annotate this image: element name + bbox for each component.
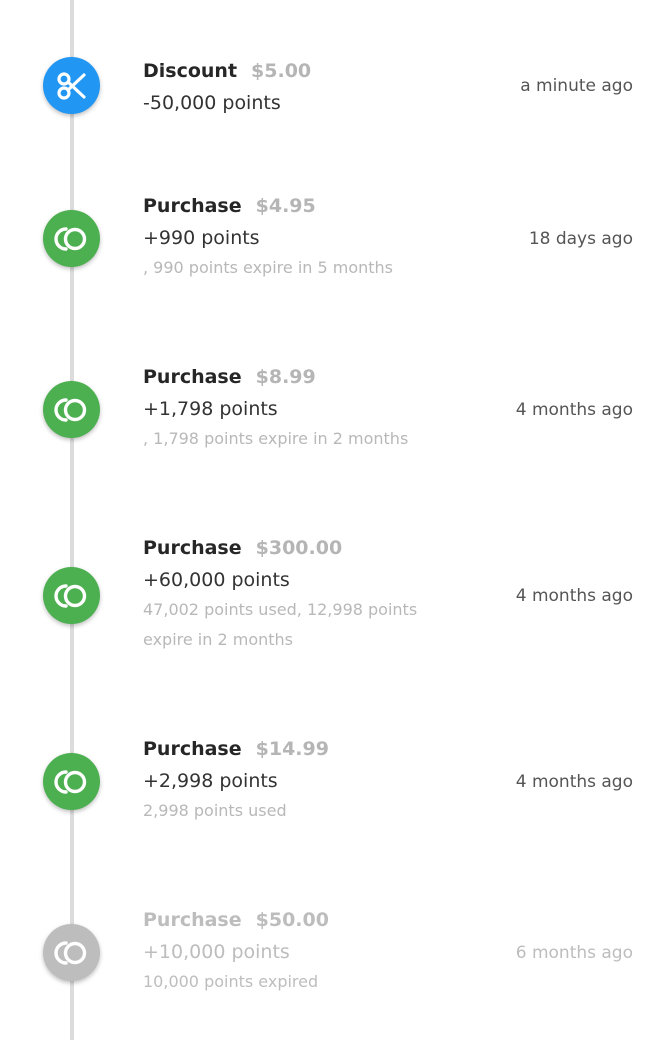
transaction-amount: $5.00 [251, 60, 312, 82]
entry-title: Purchase $50.00 [143, 908, 463, 932]
points-detail: 10,000 points expired [143, 972, 319, 991]
points-change: +2,998 points [143, 770, 278, 792]
entry-info: Purchase $50.00 +10,000 points 10,000 poi… [143, 908, 463, 997]
points-detail: , 1,798 points expire in 2 months [143, 429, 409, 448]
points-coin-icon [53, 582, 90, 610]
points-change: +10,000 points [143, 941, 290, 963]
timestamp: 4 months ago [515, 586, 633, 606]
transaction-amount: $300.00 [255, 537, 343, 559]
entry-info: Purchase $8.99 +1,798 points , 1,798 poin… [143, 365, 463, 454]
timestamp: 4 months ago [515, 400, 633, 420]
purchase-icon-badge [43, 210, 100, 267]
entry-title: Purchase $14.99 [143, 737, 463, 761]
points-change: +60,000 points [143, 569, 290, 591]
purchase-icon-badge [43, 753, 100, 810]
discount-icon-badge [43, 57, 100, 114]
transaction-type: Purchase [143, 537, 242, 559]
entry-title: Purchase $300.00 [143, 536, 443, 560]
transaction-type: Purchase [143, 909, 242, 931]
transaction-type: Purchase [143, 195, 242, 217]
entry-title: Discount $5.00 [143, 59, 463, 83]
points-coin-icon [53, 396, 90, 424]
points-change: +990 points [143, 227, 260, 249]
transaction-amount: $8.99 [255, 366, 316, 388]
entry-info: Discount $5.00 -50,000 points [143, 59, 463, 115]
scissors-icon [55, 69, 89, 103]
entry-info: Purchase $300.00 +60,000 points 47,002 po… [143, 536, 443, 655]
timestamp: 4 months ago [515, 772, 633, 792]
points-detail: 47,002 points used, 12,998 points expire… [143, 600, 418, 649]
points-detail: , 990 points expire in 5 months [143, 258, 394, 277]
entry-title: Purchase $4.95 [143, 194, 463, 218]
timestamp: 18 days ago [528, 229, 633, 249]
purchase-icon-badge [43, 567, 100, 624]
expired-icon-badge [43, 924, 100, 981]
points-coin-icon [53, 768, 90, 796]
transaction-amount: $14.99 [255, 738, 329, 760]
timeline-line [70, 0, 74, 1040]
entry-info: Purchase $4.95 +990 points , 990 points e… [143, 194, 463, 283]
points-change: -50,000 points [143, 92, 281, 114]
timestamp: a minute ago [520, 76, 633, 96]
points-coin-icon [53, 939, 90, 967]
points-change: +1,798 points [143, 398, 278, 420]
transaction-type: Discount [143, 60, 238, 82]
points-detail: 2,998 points used [143, 801, 287, 820]
transaction-type: Purchase [143, 366, 242, 388]
transaction-amount: $4.95 [255, 195, 316, 217]
purchase-icon-badge [43, 381, 100, 438]
transaction-type: Purchase [143, 738, 242, 760]
points-coin-icon [53, 225, 90, 253]
timestamp: 6 months ago [515, 943, 633, 963]
entry-info: Purchase $14.99 +2,998 points 2,998 point… [143, 737, 463, 826]
transaction-amount: $50.00 [255, 909, 329, 931]
entry-title: Purchase $8.99 [143, 365, 463, 389]
